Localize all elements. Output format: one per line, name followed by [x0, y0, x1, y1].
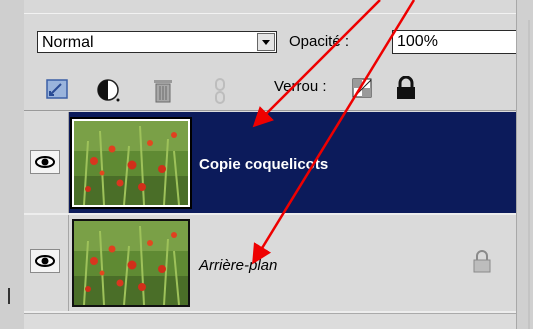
- arrow-to-background-layer: [252, 0, 416, 265]
- layers-panel-screenshot: Normal Opacité : 100% Verrou: Copie coq…: [0, 0, 533, 329]
- annotation-arrows: [252, 0, 416, 265]
- arrow-to-top-layer: [252, 0, 381, 128]
